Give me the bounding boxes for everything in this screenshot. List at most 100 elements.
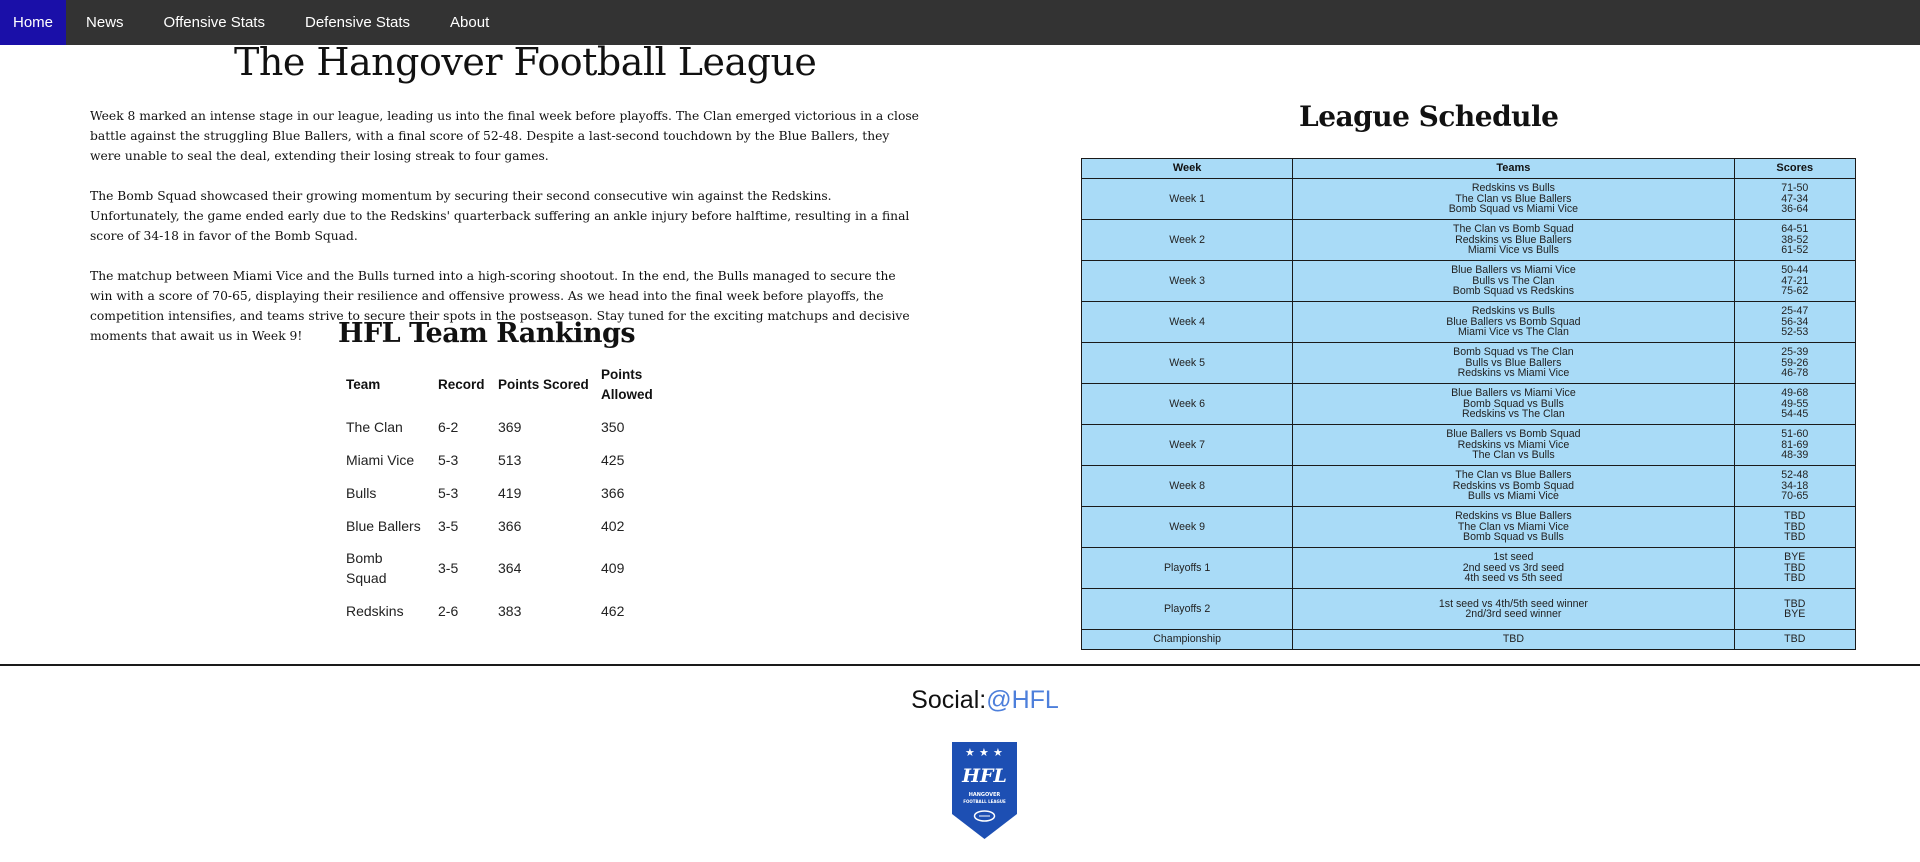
points-scored: 366 [498, 517, 522, 534]
nav-offensive-stats[interactable]: Offensive Stats [144, 0, 285, 45]
schedule-teams: Blue Ballers vs Miami Vice Bomb Squad vs … [1292, 383, 1735, 425]
team-record: 6-2 [438, 418, 459, 435]
score: 54-45 [1781, 408, 1809, 421]
team-name: Bulls [346, 484, 377, 501]
schedule-teams: The Clan vs Blue Ballers Redskins vs Bomb… [1292, 465, 1735, 507]
rankings-title: HFL Team Rankings [338, 318, 636, 349]
schedule-week: Week 8 [1080, 465, 1294, 507]
footer-divider [0, 664, 1920, 666]
score: 61-52 [1781, 244, 1809, 257]
table-row: Bomb Squad 3-5 364 409 [340, 542, 667, 594]
schedule-body: Week 1 Redskins vs Bulls The Clan vs Blue … [1080, 178, 1857, 650]
nav-news[interactable]: News [66, 0, 144, 45]
schedule-scores: BYE TBD TBD [1733, 547, 1857, 589]
schedule-teams: 1st seed vs 4th/5th seed winner 2nd/3rd s… [1292, 588, 1735, 630]
schedule-scores: TBD [1733, 629, 1857, 650]
article-paragraph: The Bomb Squad showcased their growing m… [90, 189, 910, 243]
schedule-scores: 71-50 47-34 36-64 [1733, 178, 1857, 220]
nav-defensive-stats[interactable]: Defensive Stats [285, 0, 430, 45]
matchup: Bomb Squad vs Redskins [1452, 285, 1575, 298]
table-row: Redskins 2-6 383 462 [340, 594, 667, 627]
matchup: 2nd/3rd seed winner [1465, 608, 1562, 620]
schedule-teams: Redskins vs Bulls Blue Ballers vs Bomb Sq… [1292, 301, 1735, 343]
schedule-scores: 25-39 59-26 46-78 [1733, 342, 1857, 384]
schedule-table: Week Teams Scores Week 1 Redskins vs Bull… [1080, 158, 1857, 650]
table-row: Miami Vice 5-3 513 425 [340, 443, 667, 476]
col-header-teams: Teams [1292, 158, 1735, 179]
table-row: Week 5 Bomb Squad vs The Clan Bulls vs Blu… [1080, 342, 1857, 384]
team-name: Redskins [346, 602, 404, 619]
rankings-table: Team Record Points Scored Points Allowed… [340, 360, 667, 627]
points-allowed: 462 [601, 602, 625, 619]
matchup: Bomb Squad vs Miami Vice [1448, 203, 1579, 216]
points-scored: 419 [498, 484, 522, 501]
rankings-header-row: Team Record Points Scored Points Allowed [340, 360, 667, 410]
schedule-week: Week 7 [1080, 424, 1294, 466]
team-record: 5-3 [438, 484, 459, 501]
article-paragraph: Week 8 marked an intense stage in our le… [90, 109, 919, 163]
points-allowed: 409 [601, 560, 625, 576]
matchup: The Clan vs Bulls [1472, 449, 1555, 462]
matchup: Bulls vs Miami Vice [1467, 490, 1559, 503]
col-header-record: Record [438, 377, 485, 392]
col-header-scores: Scores [1733, 158, 1857, 179]
table-row: Week 6 Blue Ballers vs Miami Vice Bomb Squ… [1080, 383, 1857, 425]
schedule-week: Week 1 [1080, 178, 1294, 220]
team-record: 3-5 [438, 560, 459, 576]
matchup: Redskins vs The Clan [1461, 408, 1565, 421]
matchup: 4th seed vs 5th seed [1464, 572, 1563, 585]
nav-home[interactable]: Home [0, 0, 67, 45]
schedule-teams: Blue Ballers vs Bomb Squad Redskins vs Mi… [1292, 424, 1735, 466]
points-scored: 369 [498, 418, 522, 435]
schedule-scores: 64-51 38-52 61-52 [1733, 219, 1857, 261]
schedule-teams: The Clan vs Bomb Squad Redskins vs Blue B… [1292, 219, 1735, 261]
table-row: Week 2 The Clan vs Bomb Squad Redskins vs … [1080, 219, 1857, 261]
schedule-week: Week 3 [1080, 260, 1294, 302]
points-scored: 513 [498, 451, 522, 468]
table-row: The Clan 6-2 369 350 [340, 410, 667, 443]
schedule-scores: 52-48 34-18 70-65 [1733, 465, 1857, 507]
star-icon: ★ [993, 746, 1003, 759]
score: 46-78 [1781, 367, 1809, 380]
logo-name-line2: FOOTBALL LEAGUE [963, 799, 1006, 804]
score: 52-53 [1781, 326, 1809, 339]
table-row: Week 4 Redskins vs Bulls Blue Ballers vs B… [1080, 301, 1857, 343]
team-record: 5-3 [438, 451, 459, 468]
schedule-header-row: Week Teams Scores [1080, 158, 1857, 179]
social-handle-link[interactable]: @HFL [986, 686, 1059, 714]
table-row: Week 3 Blue Ballers vs Miami Vice Bulls vs… [1080, 260, 1857, 302]
schedule-teams: 1st seed 2nd seed vs 3rd seed 4th seed vs … [1292, 547, 1735, 589]
matchup: Miami Vice vs The Clan [1457, 326, 1569, 339]
team-name: Bomb Squad [346, 550, 387, 586]
team-name: Miami Vice [346, 451, 415, 468]
points-allowed: 402 [601, 517, 625, 534]
schedule-scores: 51-60 81-69 48-39 [1733, 424, 1857, 466]
star-icon: ★ [979, 746, 989, 759]
schedule-week: Week 4 [1080, 301, 1294, 343]
table-row: Playoffs 2 1st seed vs 4th/5th seed winne… [1080, 588, 1857, 630]
table-row: Week 1 Redskins vs Bulls The Clan vs Blue … [1080, 178, 1857, 220]
social-label: Social: [911, 686, 987, 714]
schedule-week: Week 5 [1080, 342, 1294, 384]
points-allowed: 366 [601, 484, 625, 501]
team-record: 3-5 [438, 517, 459, 534]
table-row: Week 8 The Clan vs Blue Ballers Redskins v… [1080, 465, 1857, 507]
schedule-week: Week 9 [1080, 506, 1294, 548]
score: BYE [1784, 608, 1806, 620]
star-icon: ★ [965, 746, 975, 759]
matchup: Bomb Squad vs Bulls [1463, 531, 1564, 544]
score: TBD [1784, 531, 1806, 544]
logo-name-line1: HANGOVER [969, 792, 1001, 798]
table-row: Bulls 5-3 419 366 [340, 476, 667, 509]
social-line: Social:@HFL [0, 686, 1920, 715]
table-row: Blue Ballers 3-5 366 402 [340, 509, 667, 542]
nav-about[interactable]: About [430, 0, 509, 45]
schedule-scores: TBD BYE [1733, 588, 1857, 630]
col-header-points-scored: Points Scored [498, 377, 589, 392]
score: TBD [1784, 572, 1806, 585]
points-scored: 364 [498, 560, 522, 576]
points-allowed: 350 [601, 418, 625, 435]
schedule-teams: Redskins vs Blue Ballers The Clan vs Miam… [1292, 506, 1735, 548]
schedule-teams: TBD [1292, 629, 1735, 650]
team-record: 2-6 [438, 602, 459, 619]
